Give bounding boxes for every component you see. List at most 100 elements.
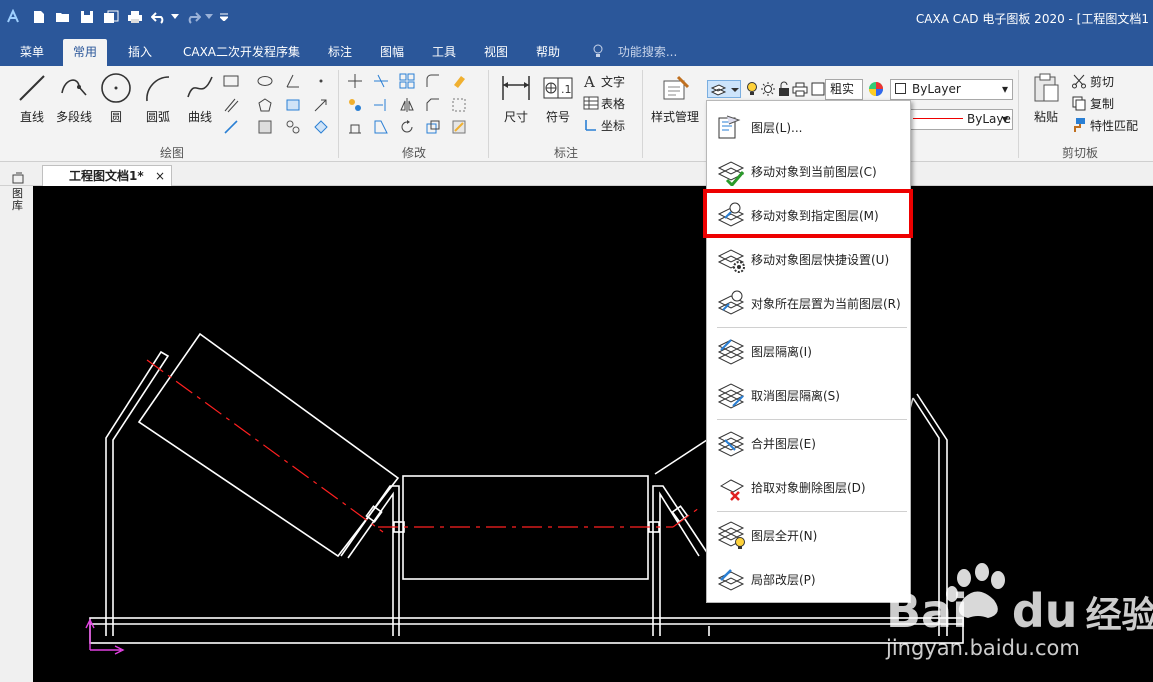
ribbon-tab-bar: 菜单 常用 插入 CAXA二次开发程序集 标注 图幅 工具 视图 帮助 功能搜索… — [0, 36, 1153, 66]
rectangle-icon[interactable] — [222, 72, 240, 90]
clipboard-group-label: 剪切板 — [1062, 146, 1099, 160]
array-icon[interactable] — [398, 72, 416, 90]
right-inner-support — [652, 485, 709, 636]
color-wheel-icon[interactable] — [867, 80, 885, 98]
tab-insert[interactable]: 插入 — [118, 39, 162, 66]
symbol-button[interactable]: .1 符号 — [538, 72, 578, 125]
menu-item-merge-layers[interactable]: 合并图层(E) — [707, 421, 910, 465]
fillet-icon[interactable] — [424, 72, 442, 90]
eraser-icon[interactable] — [450, 72, 468, 90]
coordinate-button-label[interactable]: 坐标 — [601, 117, 625, 134]
feature-search[interactable]: 功能搜索... — [592, 39, 677, 66]
angle-line-icon[interactable] — [284, 72, 302, 90]
layer-dropdown-icon[interactable] — [707, 80, 741, 98]
arc-icon — [142, 72, 174, 104]
tab-annotate[interactable]: 标注 — [318, 39, 362, 66]
library-side-panel[interactable]: 图库 — [0, 172, 33, 682]
move-icon[interactable] — [346, 72, 364, 90]
svg-text:.1: .1 — [561, 83, 572, 96]
print-icon[interactable] — [126, 8, 144, 26]
color-combo[interactable]: ByLayer ▾ — [890, 79, 1013, 100]
menu-item-move-to-current-layer[interactable]: 移动对象到当前图层(C) — [707, 149, 910, 193]
tab-menu[interactable]: 菜单 — [10, 39, 54, 66]
linetype-combo[interactable]: ByLayer ▾ — [908, 109, 1013, 130]
parallel-line-icon[interactable] — [222, 96, 240, 114]
save-icon[interactable] — [78, 8, 96, 26]
tab-caxa-dev[interactable]: CAXA二次开发程序集 — [173, 39, 310, 66]
menu-item-move-layer-shortcut-settings[interactable]: 移动对象图层快捷设置(U) — [707, 237, 910, 281]
hatch-icon[interactable] — [256, 118, 274, 136]
ellipse-icon[interactable] — [256, 72, 274, 90]
tangent-line-icon[interactable] — [222, 118, 240, 136]
polygon-icon[interactable] — [256, 96, 274, 114]
new-file-icon[interactable] — [30, 8, 48, 26]
paste-button[interactable]: 粘贴 — [1026, 72, 1066, 125]
menu-item-partial-change-layer[interactable]: 局部改层(P) — [707, 557, 910, 601]
cut-icon[interactable] — [1070, 72, 1088, 90]
curve-button[interactable]: 曲线 — [182, 72, 218, 125]
layer-print-icon[interactable] — [791, 80, 809, 98]
scale-icon[interactable] — [424, 118, 442, 136]
copy-label[interactable]: 复制 — [1090, 95, 1114, 112]
trim-icon[interactable] — [372, 72, 390, 90]
menu-item-pick-delete-layer[interactable]: 拾取对象删除图层(D) — [707, 465, 910, 509]
match-properties-icon[interactable] — [1070, 116, 1088, 134]
tab-tools[interactable]: 工具 — [422, 39, 466, 66]
undo-dropdown-icon[interactable] — [170, 8, 180, 26]
region-icon[interactable] — [312, 118, 330, 136]
polyline-button[interactable]: 多段线 — [54, 72, 94, 125]
menu-item-set-object-layer-current[interactable]: 对象所在层置为当前图层(R) — [707, 281, 910, 325]
redo-icon[interactable] — [184, 8, 202, 26]
layer-dropdown-menu: 图层(L)... 移动对象到当前图层(C) 移动对象到指定图层(M) 移动对象图… — [706, 100, 911, 603]
tab-common[interactable]: 常用 — [63, 39, 108, 66]
save-all-icon[interactable] — [102, 8, 120, 26]
edit-properties-icon[interactable] — [450, 118, 468, 136]
paste-icon — [1030, 72, 1062, 104]
rotate-icon[interactable] — [398, 118, 416, 136]
tab-sheet[interactable]: 图幅 — [370, 39, 414, 66]
centerline-icon[interactable] — [284, 96, 302, 114]
cut-label[interactable]: 剪切 — [1090, 73, 1114, 90]
select-box-icon[interactable] — [450, 96, 468, 114]
style-manager-button[interactable]: 样式管理 — [648, 72, 702, 125]
color-swatch-icon — [895, 83, 906, 94]
tab-help[interactable]: 帮助 — [526, 39, 570, 66]
extend-icon[interactable] — [372, 96, 390, 114]
dimension-icon — [500, 72, 532, 104]
tab-view[interactable]: 视图 — [474, 39, 518, 66]
match-properties-label[interactable]: 特性匹配 — [1090, 117, 1138, 134]
undo-icon[interactable] — [150, 8, 168, 26]
close-tab-icon[interactable]: × — [155, 166, 165, 186]
mirror-icon[interactable] — [398, 96, 416, 114]
menu-item-all-layers-on[interactable]: 图层全开(N) — [707, 513, 910, 557]
layer-unisolate-icon — [717, 383, 745, 409]
copy-icon[interactable] — [1070, 94, 1088, 112]
dimension-button[interactable]: 尺寸 — [496, 72, 536, 125]
block-icon[interactable] — [284, 118, 302, 136]
document-tab[interactable]: 工程图文档1* × — [42, 165, 172, 186]
arrow-icon[interactable] — [312, 96, 330, 114]
line-icon — [16, 72, 48, 104]
style-manager-icon — [659, 72, 691, 104]
text-button-label[interactable]: 文字 — [601, 73, 625, 90]
menu-item-unisolate-layer[interactable]: 取消图层隔离(S) — [707, 373, 910, 417]
open-folder-icon[interactable] — [54, 8, 72, 26]
line-button[interactable]: 直线 — [14, 72, 50, 125]
arc-button[interactable]: 圆弧 — [140, 72, 176, 125]
menu-item-layer[interactable]: 图层(L)... — [707, 105, 910, 149]
circle-button[interactable]: 圆 — [98, 72, 134, 125]
chamfer-icon[interactable] — [424, 96, 442, 114]
coordinate-icon[interactable] — [582, 116, 600, 134]
table-icon[interactable] — [582, 94, 600, 112]
linewidth-combo[interactable]: 粗实 — [825, 79, 863, 100]
copy-object-icon[interactable] — [346, 96, 364, 114]
table-button-label[interactable]: 表格 — [601, 95, 625, 112]
redo-dropdown-icon[interactable] — [204, 8, 214, 26]
customize-toolbar-icon[interactable] — [218, 8, 230, 26]
stretch-icon[interactable] — [346, 118, 364, 136]
break-icon[interactable] — [372, 118, 390, 136]
text-icon[interactable]: A — [582, 72, 600, 90]
app-logo-icon[interactable] — [4, 8, 22, 26]
point-icon[interactable] — [312, 72, 330, 90]
menu-item-layer-isolate[interactable]: 图层隔离(I) — [707, 329, 910, 373]
